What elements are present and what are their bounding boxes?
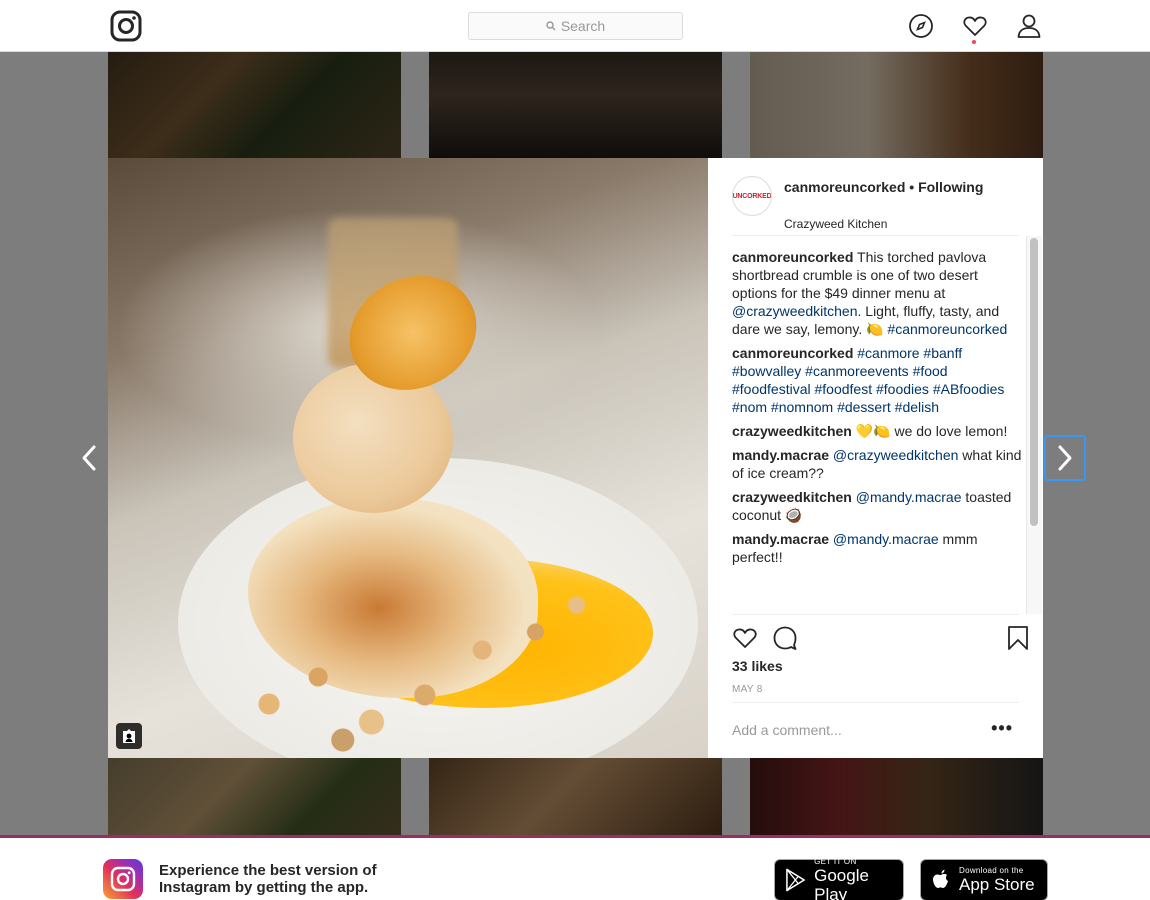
previous-post-button[interactable] xyxy=(74,442,104,474)
comment-username[interactable]: crazyweedkitchen xyxy=(732,489,852,505)
comment-link[interactable]: #ABfoodies xyxy=(933,381,1005,397)
post-actions xyxy=(732,614,1028,654)
post-modal: UNCORKED canmoreuncorked • Following Cra… xyxy=(108,158,1043,758)
post-author-line: canmoreuncorked • Following xyxy=(784,179,983,195)
next-post-button[interactable] xyxy=(1044,435,1086,481)
comment-item: canmoreuncorked #canmore #banff #bowvall… xyxy=(732,344,1022,416)
comment-icon[interactable] xyxy=(772,625,798,651)
chevron-right-icon xyxy=(1058,445,1072,471)
post-sidebar: UNCORKED canmoreuncorked • Following Cra… xyxy=(708,158,1043,758)
comment-username[interactable]: mandy.macrae xyxy=(732,531,829,547)
comment-link[interactable]: #nomnom xyxy=(771,399,833,415)
search-icon xyxy=(546,21,556,31)
photo-detail xyxy=(228,578,638,758)
comment-item: crazyweedkitchen 💛🍋 we do love lemon! xyxy=(732,422,1022,440)
post-date[interactable]: MAY 8 xyxy=(732,684,763,695)
comment-link[interactable]: #food xyxy=(913,363,948,379)
comments-scrollbar[interactable] xyxy=(1030,238,1038,526)
camera-glyph-icon xyxy=(110,866,136,892)
bookmark-icon[interactable] xyxy=(1005,625,1031,651)
comment-link[interactable]: #dessert xyxy=(837,399,891,415)
store-small-text: GET IT ON xyxy=(814,856,857,866)
search-input[interactable]: Search xyxy=(468,12,683,40)
comment-username[interactable]: mandy.macrae xyxy=(732,447,829,463)
like-count[interactable]: 33 likes xyxy=(732,658,783,674)
comment-link[interactable]: @crazyweedkitchen xyxy=(732,303,858,319)
comment-link[interactable]: #bowvalley xyxy=(732,363,801,379)
store-small-text: Download on the xyxy=(959,866,1024,875)
store-big-text: App Store xyxy=(959,875,1035,894)
comment-link[interactable]: #foodfestival xyxy=(732,381,811,397)
post-author-username[interactable]: canmoreuncorked xyxy=(784,179,905,195)
comment-link[interactable]: #canmoreevents xyxy=(805,363,909,379)
avatar-logo-text: UNCORKED xyxy=(732,192,772,200)
instagram-logo-icon[interactable] xyxy=(110,10,142,42)
comment-username[interactable]: canmoreuncorked xyxy=(732,249,853,265)
comments-list: canmoreuncorked This torched pavlova sho… xyxy=(732,248,1022,614)
google-play-label: GET IT ON Google Play xyxy=(814,857,903,900)
comment-item: mandy.macrae @mandy.macrae mmm perfect!! xyxy=(732,530,1022,566)
comment-input[interactable]: Add a comment... xyxy=(732,722,842,738)
heart-icon[interactable] xyxy=(962,13,988,39)
comment-link[interactable]: @mandy.macrae xyxy=(833,531,939,547)
follow-separator: • xyxy=(909,179,915,195)
person-icon[interactable] xyxy=(1016,13,1042,39)
store-big-text: Google Play xyxy=(814,865,869,900)
comment-item: canmoreuncorked This torched pavlova sho… xyxy=(732,248,1022,338)
heart-outline-icon[interactable] xyxy=(732,625,758,651)
comment-link[interactable]: #foodies xyxy=(876,381,929,397)
chevron-left-icon xyxy=(82,445,96,471)
more-options-button[interactable]: ••• xyxy=(991,718,1013,739)
comment-link[interactable]: #foodfest xyxy=(815,381,873,397)
comment-link[interactable]: #canmore xyxy=(857,345,919,361)
post-header: UNCORKED canmoreuncorked • Following Cra… xyxy=(732,176,1019,236)
banner-message: Experience the best version of Instagram… xyxy=(159,862,377,896)
comment-link[interactable]: @crazyweedkitchen xyxy=(833,447,959,463)
tagged-users-button[interactable] xyxy=(116,723,142,749)
comment-item: crazyweedkitchen @mandy.macrae toasted c… xyxy=(732,488,1022,524)
comment-item: mandy.macrae @crazyweedkitchen what kind… xyxy=(732,446,1022,482)
banner-line: Instagram by getting the app. xyxy=(159,879,369,896)
notification-dot xyxy=(972,40,976,44)
search-placeholder: Search xyxy=(560,18,606,34)
banner-line: Experience the best version of xyxy=(159,862,377,879)
comment-username[interactable]: crazyweedkitchen xyxy=(732,423,852,439)
google-play-icon xyxy=(786,868,805,892)
user-tag-icon xyxy=(123,729,135,743)
comment-username[interactable]: canmoreuncorked xyxy=(732,345,853,361)
apple-icon xyxy=(933,869,948,888)
compass-icon[interactable] xyxy=(908,13,934,39)
app-store-button[interactable]: Download on the App Store xyxy=(920,859,1048,900)
comment-link[interactable]: #canmoreuncorked xyxy=(887,321,1007,337)
instagram-app-logo-icon xyxy=(103,859,143,899)
top-navigation: Search xyxy=(0,0,1150,52)
comment-link[interactable]: #banff xyxy=(923,345,962,361)
comment-link[interactable]: #delish xyxy=(895,399,939,415)
comment-text: 💛🍋 we do love lemon! xyxy=(855,423,1008,439)
add-comment-section: Add a comment... ••• xyxy=(732,702,1019,758)
app-store-label: Download on the App Store xyxy=(959,866,1035,894)
post-location[interactable]: Crazyweed Kitchen xyxy=(784,217,887,231)
avatar[interactable]: UNCORKED xyxy=(732,176,772,216)
google-play-button[interactable]: GET IT ON Google Play xyxy=(774,857,904,900)
get-app-banner: Experience the best version of Instagram… xyxy=(0,835,1150,900)
comment-link[interactable]: #nom xyxy=(732,399,767,415)
comment-link[interactable]: @mandy.macrae xyxy=(856,489,962,505)
following-button[interactable]: Following xyxy=(918,179,983,195)
post-photo[interactable] xyxy=(108,158,708,758)
